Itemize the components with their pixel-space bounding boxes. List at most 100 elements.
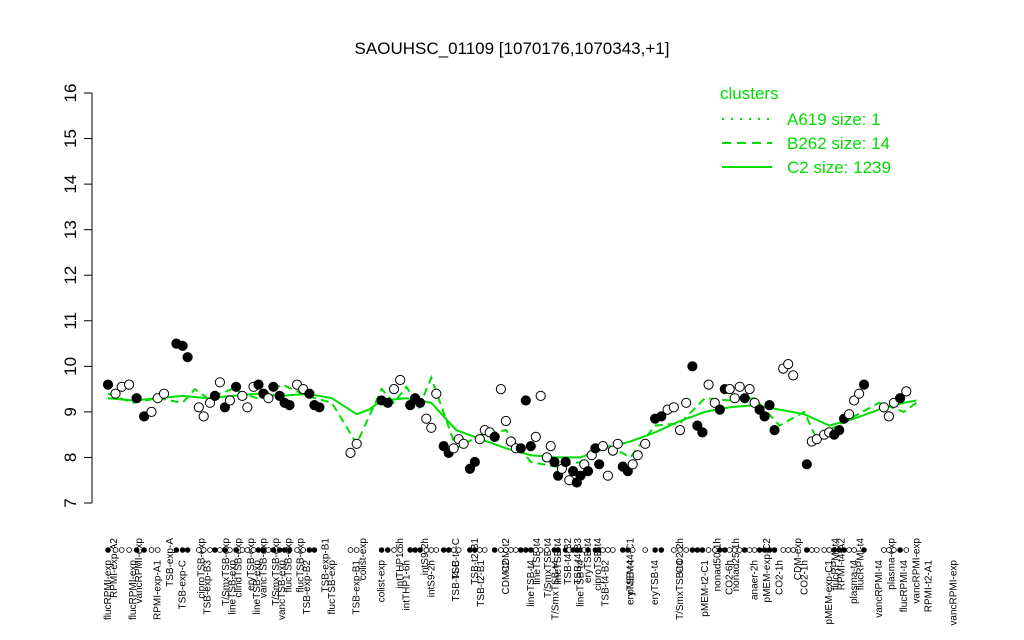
- rug-mark: [642, 547, 648, 553]
- rug-mark: [851, 547, 857, 553]
- rug-mark: [886, 547, 892, 553]
- rug-mark: [353, 547, 360, 553]
- rug-mark: [222, 547, 228, 553]
- rug-mark: [726, 547, 733, 553]
- rug-mark: [384, 547, 391, 553]
- rug-mark: [821, 547, 827, 553]
- rug-mark: [481, 547, 488, 553]
- x-tick-label: intTHP1-6h: [401, 560, 412, 611]
- rug-mark: [600, 547, 606, 553]
- y-tick-label: 9: [61, 407, 80, 416]
- rug-mark: [179, 547, 186, 553]
- data-point: [237, 390, 248, 401]
- rug-mark: [207, 547, 213, 553]
- rug-mark: [741, 547, 748, 553]
- data-point: [500, 415, 511, 427]
- x-tick-label: CDM-t2: [501, 560, 512, 595]
- rug-mark: [250, 547, 257, 553]
- rug-mark: [826, 547, 832, 553]
- rug-mark: [260, 547, 267, 553]
- data-point: [158, 388, 170, 399]
- rug-mark: [233, 547, 239, 553]
- data-point: [597, 441, 609, 452]
- rug-mark: [771, 547, 778, 553]
- data-point: [724, 384, 735, 395]
- rug-layer: [105, 547, 910, 553]
- y-tick-label: 11: [61, 312, 80, 330]
- x-tick-label: RPMI-t2-A1: [924, 560, 935, 613]
- rug-mark: [173, 547, 180, 553]
- rug-mark: [891, 547, 897, 553]
- data-point: [535, 390, 546, 401]
- data-point: [844, 409, 855, 420]
- rug-mark: [555, 547, 561, 553]
- data-point: [674, 425, 686, 436]
- x-tick-label: intS9-2h: [426, 560, 437, 597]
- data-point: [901, 386, 912, 397]
- rug-mark: [476, 547, 483, 553]
- rug-mark: [831, 547, 837, 553]
- data-point: [242, 402, 253, 413]
- rug-mark: [683, 547, 689, 553]
- rug-mark: [808, 547, 815, 553]
- y-tick-label: 10: [61, 357, 80, 376]
- x-tick-label: vancRPMI-t4: [874, 560, 885, 618]
- rug-mark: [705, 547, 712, 553]
- data-point: [783, 359, 794, 370]
- x-tick-label: flucRPMI-exp: [103, 560, 114, 620]
- x-tick-label: TSB-exp-C: [178, 560, 189, 609]
- data-point: [124, 379, 135, 390]
- chart-title: SAOUHSC_01109 [1070176,1070343,+1]: [355, 39, 670, 58]
- rug-mark: [670, 547, 677, 553]
- data-point: [345, 447, 356, 458]
- rug-mark: [286, 547, 293, 553]
- rug-mark: [897, 547, 903, 553]
- x-tick-label: lineTSB-exp: [227, 560, 238, 615]
- points-layer: [102, 338, 912, 488]
- data-point: [549, 456, 560, 468]
- rug-mark: [265, 547, 272, 553]
- rug-mark: [766, 547, 773, 553]
- rug-mark: [450, 547, 457, 553]
- legend-title: clusters: [720, 84, 779, 103]
- rug-mark: [227, 547, 233, 553]
- data-point: [314, 402, 325, 413]
- rug-mark: [903, 547, 910, 553]
- rug-mark: [629, 547, 636, 553]
- rug-mark: [699, 547, 706, 553]
- rug-mark: [445, 547, 452, 553]
- x-upper-tick-label: RPMI-t4-A2: [837, 538, 848, 591]
- rug-mark: [407, 547, 414, 553]
- rug-mark: [440, 547, 447, 553]
- data-point: [834, 425, 845, 436]
- rug-mark: [731, 547, 738, 553]
- data-point: [788, 370, 799, 381]
- x-tick-label: CO2-1h: [799, 560, 810, 595]
- series-line-dashed: [107, 374, 917, 468]
- x-tick-label: RPMI-exp-A1: [153, 560, 164, 620]
- rug-mark: [813, 547, 820, 553]
- rug-mark: [311, 547, 318, 553]
- data-point: [131, 393, 142, 404]
- x-tick-label: TSB-exp-B3: [203, 560, 214, 615]
- x-upper-tick-label: nonad50-1h: [712, 538, 723, 591]
- data-point: [263, 393, 274, 404]
- rug-mark: [803, 547, 810, 553]
- x-tick-label: vancTSB-exp: [277, 560, 288, 620]
- y-tick-label: 13: [61, 220, 80, 239]
- rug-mark: [276, 547, 283, 553]
- data-point: [854, 388, 865, 399]
- rug-mark: [455, 547, 462, 553]
- data-point: [421, 413, 432, 424]
- data-point: [284, 400, 295, 411]
- data-point: [198, 411, 209, 422]
- x-tick-label: flucRPMI-t4: [899, 560, 910, 613]
- rug-mark: [433, 547, 440, 553]
- chart: SAOUHSC_01109 [1070176,1070343,+1] 7 8 9 10…: [61, 39, 960, 626]
- rug-mark: [105, 547, 111, 553]
- x-tick-label: CO2-6h: [725, 560, 736, 595]
- x-tick-label: pMEM-t2-C1: [700, 560, 711, 617]
- data-point: [489, 431, 500, 442]
- data-point: [530, 431, 541, 442]
- rug-mark: [537, 547, 544, 553]
